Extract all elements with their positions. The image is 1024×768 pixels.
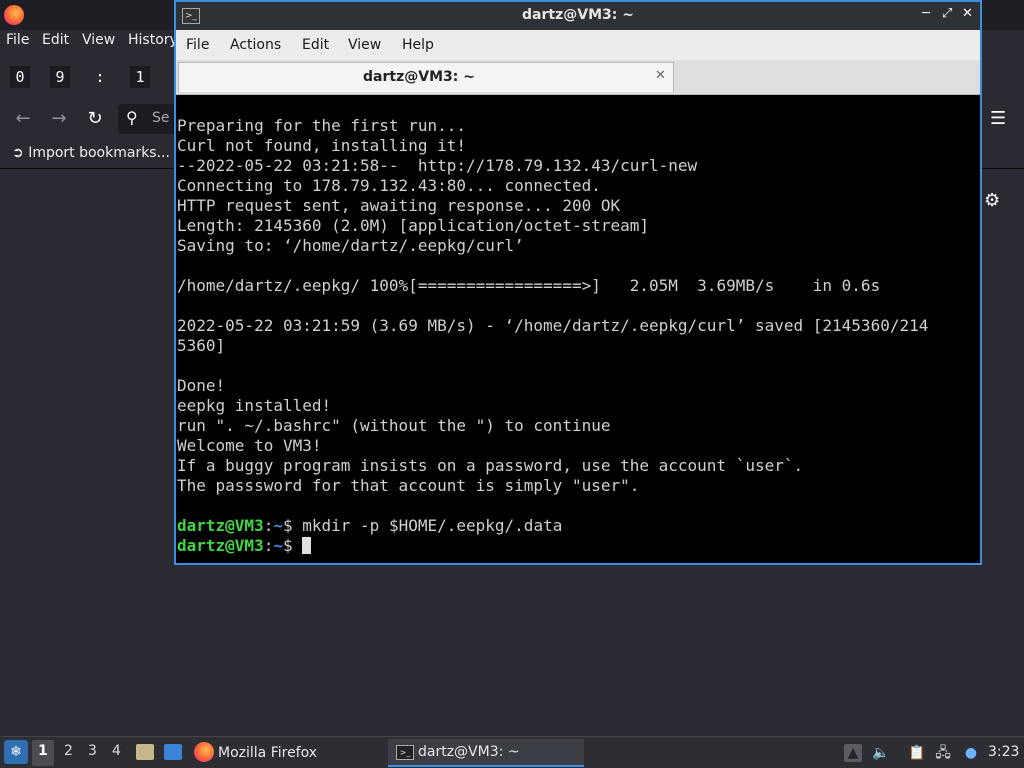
terminal-titlebar[interactable]: >_ dartz@VM3: ~ ─ ⤢ ✕ — [176, 2, 980, 30]
volume-icon[interactable]: 🔈 — [872, 744, 890, 762]
terminal-output-line: If a buggy program insists on a password… — [177, 456, 804, 475]
terminal-prompt-line-active[interactable]: dartz@VM3:~$ — [177, 536, 977, 556]
minimize-icon[interactable]: ─ — [922, 6, 930, 21]
clock-digit: 0 — [10, 66, 30, 88]
url-bar[interactable]: ⚲ Se — [118, 104, 178, 134]
show-desktop-icon[interactable] — [164, 744, 182, 760]
text-cursor — [302, 537, 312, 554]
firefox-icon — [194, 742, 214, 762]
terminal-output-line: Curl not found, installing it! — [177, 136, 466, 155]
terminal-prompt-line: dartz@VM3:~$ mkdir -p $HOME/.eepkg/.data — [177, 516, 977, 536]
terminal-tab[interactable]: dartz@VM3: ~ ✕ — [178, 62, 674, 92]
terminal-icon: >_ — [396, 745, 414, 760]
terminal-window: >_ dartz@VM3: ~ ─ ⤢ ✕ File Actions Edit … — [174, 0, 982, 565]
terminal-output-line: Connecting to 178.79.132.43:80... connec… — [177, 176, 601, 195]
taskbar: ❄ 1 2 3 4 Mozilla Firefox >_ dartz@VM3: … — [0, 736, 1024, 768]
prompt-user: dartz@VM3 — [177, 536, 264, 555]
firefox-menu-view[interactable]: View — [82, 32, 115, 48]
tab-close-icon[interactable]: ✕ — [655, 68, 666, 83]
import-icon: ➲ — [12, 145, 24, 161]
network-icon[interactable]: 🖧 — [934, 744, 952, 762]
terminal-menu-edit[interactable]: Edit — [302, 37, 329, 53]
firefox-logo-icon — [4, 5, 24, 25]
terminal-menu-file[interactable]: File — [186, 37, 209, 53]
start-menu-icon[interactable]: ❄ — [4, 740, 28, 764]
terminal-output-line: Preparing for the first run... — [177, 116, 466, 135]
prompt-path: ~ — [273, 516, 283, 535]
terminal-output-line: HTTP request sent, awaiting response... … — [177, 196, 621, 215]
workspace-3-button[interactable]: 3 — [88, 743, 97, 759]
firefox-menu-file[interactable]: File — [6, 32, 29, 48]
clipboard-icon[interactable]: 📋 — [908, 744, 926, 762]
taskbar-terminal-button[interactable]: >_ dartz@VM3: ~ — [388, 739, 584, 767]
terminal-title: dartz@VM3: ~ — [522, 7, 634, 23]
clock-digit: 1 — [130, 66, 150, 88]
terminal-output-lines: Preparing for the first run... Curl not f… — [177, 116, 977, 516]
previous-command: mkdir -p $HOME/.eepkg/.data — [302, 516, 563, 535]
maximize-icon[interactable]: ⤢ — [942, 6, 952, 21]
prompt-separator: : — [263, 516, 274, 535]
prompt-symbol: $ — [282, 516, 303, 535]
prompt-separator: : — [263, 536, 274, 555]
workspace-4-button[interactable]: 4 — [112, 743, 121, 759]
page-clock: 0 9 : 1 — [0, 56, 180, 96]
terminal-output-line: The passsword for that account is simply… — [177, 476, 640, 495]
prompt-path: ~ — [273, 536, 283, 555]
terminal-menubar: File Actions Edit View Help — [176, 30, 980, 60]
terminal-output-line: Welcome to VM3! — [177, 436, 322, 455]
clock-separator: : — [95, 68, 105, 86]
terminal-output-line: Saving to: ‘/home/dartz/.eepkg/curl’ — [177, 236, 524, 255]
terminal-menu-view[interactable]: View — [348, 37, 381, 53]
import-bookmarks-label: Import bookmarks... — [28, 145, 170, 161]
close-icon[interactable]: ✕ — [962, 6, 973, 21]
terminal-output-line: Done! — [177, 376, 226, 395]
clock-digit: 9 — [50, 66, 70, 88]
prompt-user: dartz@VM3 — [177, 516, 264, 535]
terminal-output-line: 2022-05-22 03:21:59 (3.69 MB/s) - ‘/home… — [177, 316, 929, 335]
terminal-output-line: 5360] — [177, 336, 226, 355]
terminal-output-line: --2022-05-22 03:21:58-- http://178.79.13… — [177, 156, 698, 175]
terminal-output-line: eepkg installed! — [177, 396, 332, 415]
firefox-menu-edit[interactable]: Edit — [42, 32, 69, 48]
workspace-1-button[interactable]: 1 — [38, 743, 48, 759]
search-icon: ⚲ — [126, 108, 138, 127]
taskbar-firefox-label: Mozilla Firefox — [218, 745, 318, 761]
terminal-tab-label: dartz@VM3: ~ — [363, 69, 475, 85]
hamburger-menu-icon[interactable]: ☰ — [990, 108, 1006, 129]
back-arrow-icon[interactable]: ← — [12, 108, 34, 130]
terminal-menu-help[interactable]: Help — [402, 37, 434, 53]
terminal-output-line: Length: 2145360 (2.0M) [application/octe… — [177, 216, 650, 235]
terminal-output-line: /home/dartz/.eepkg/ 100%[===============… — [177, 276, 881, 295]
forward-arrow-icon[interactable]: → — [48, 108, 70, 130]
import-bookmarks-link[interactable]: ➲ Import bookmarks... — [12, 145, 170, 161]
taskbar-terminal-label: dartz@VM3: ~ — [418, 744, 520, 760]
notification-icon[interactable]: ● — [962, 744, 980, 762]
firefox-menu-history[interactable]: History — [128, 32, 178, 48]
file-manager-icon[interactable] — [136, 744, 154, 760]
url-bar-placeholder: Se — [152, 110, 170, 126]
upload-tray-icon[interactable]: ▲ — [844, 744, 862, 762]
terminal-output-line: run ". ~/.bashrc" (without the ") to con… — [177, 416, 611, 435]
taskbar-clock[interactable]: 3:23 — [988, 744, 1019, 760]
terminal-menu-actions[interactable]: Actions — [230, 37, 281, 53]
terminal-output[interactable]: Preparing for the first run... Curl not f… — [177, 116, 977, 556]
terminal-tabbar: dartz@VM3: ~ ✕ — [176, 60, 980, 95]
reload-icon[interactable]: ↻ — [84, 108, 106, 130]
gear-icon[interactable]: ⚙ — [984, 190, 1000, 211]
prompt-symbol: $ — [282, 536, 303, 555]
workspace-2-button[interactable]: 2 — [64, 743, 73, 759]
